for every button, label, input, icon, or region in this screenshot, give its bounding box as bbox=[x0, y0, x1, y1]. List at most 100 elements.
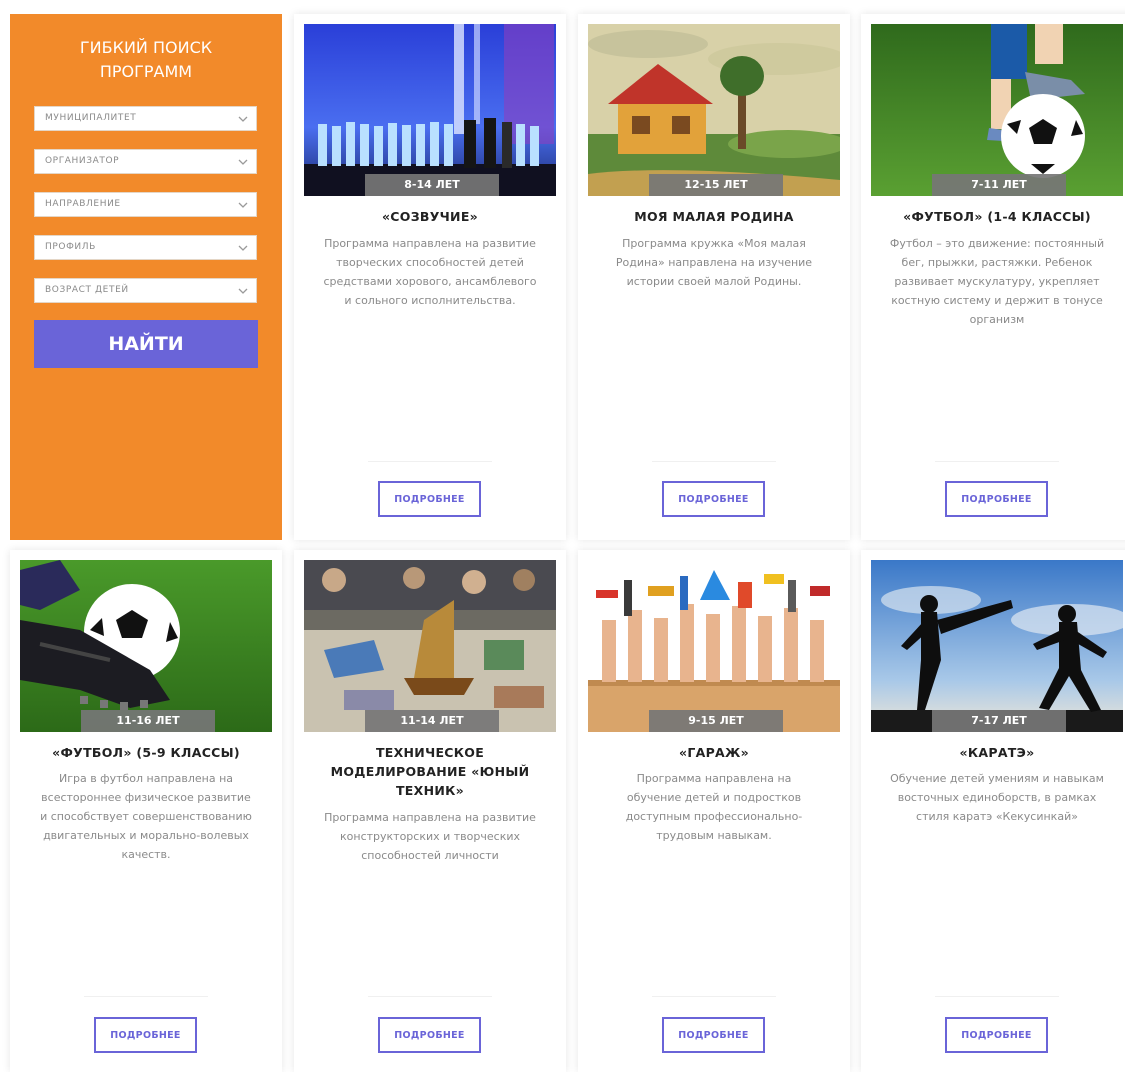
description-line: организм bbox=[969, 313, 1025, 326]
description-line: истории своей малой Родины. bbox=[626, 275, 802, 288]
age-badge: 11-16 ЛЕТ bbox=[81, 710, 215, 732]
description-line: Обучение детей умениям и навыкам bbox=[890, 772, 1104, 785]
program-title-line: «СОЗВУЧИЕ» bbox=[381, 209, 479, 224]
chevron-down-icon bbox=[238, 288, 248, 294]
description-line: Футбол – это движение: постоянный bbox=[889, 237, 1105, 250]
find-button[interactable]: НАЙТИ bbox=[34, 320, 258, 368]
card-divider bbox=[368, 996, 492, 997]
more-button[interactable]: ПОДРОБНЕЕ bbox=[945, 481, 1048, 517]
card-divider bbox=[935, 461, 1059, 462]
search-title: ГИБКИЙ ПОИСК ПРОГРАММ bbox=[10, 36, 282, 84]
age-badge: 9-15 ЛЕТ bbox=[649, 710, 783, 732]
program-description: Программа направлена на развитие констру… bbox=[304, 808, 556, 865]
program-description: Игра в футбол направлена на всестороннее… bbox=[20, 769, 272, 864]
age-badge: 12-15 ЛЕТ bbox=[649, 174, 783, 196]
program-card: 12-15 ЛЕТ МОЯ МАЛАЯ РОДИНА Программа кру… bbox=[578, 14, 850, 540]
more-button[interactable]: ПОДРОБНЕЕ bbox=[945, 1017, 1048, 1053]
search-title-line-2: ПРОГРАММ bbox=[99, 62, 193, 81]
municipality-select[interactable]: МУНИЦИПАЛИТЕТ bbox=[34, 106, 257, 131]
municipality-select-label: МУНИЦИПАЛИТЕТ bbox=[45, 113, 137, 123]
card-divider bbox=[652, 461, 776, 462]
description-line: развивает мускулатуру, укрепляет bbox=[894, 275, 1100, 288]
program-image-house[interactable]: 12-15 ЛЕТ bbox=[588, 24, 840, 196]
program-card: 11-16 ЛЕТ «ФУТБОЛ» (5-9 КЛАССЫ) Игра в ф… bbox=[10, 550, 282, 1072]
children-age-select[interactable]: ВОЗРАСТ ДЕТЕЙ bbox=[34, 278, 257, 303]
chevron-down-icon bbox=[238, 245, 248, 251]
description-line: Родина» направлена на изучение bbox=[615, 256, 813, 269]
program-description: Программа направлена на обучение детей и… bbox=[588, 769, 840, 845]
organizer-select[interactable]: ОРГАНИЗАТОР bbox=[34, 149, 257, 174]
description-line: стиля каратэ «Кекусинкай» bbox=[916, 810, 1078, 823]
program-card: 7-17 ЛЕТ «КАРАТЭ» Обучение детей умениям… bbox=[861, 550, 1125, 1072]
description-line: средствами хорового, ансамблевого bbox=[323, 275, 537, 288]
program-title[interactable]: «КАРАТЭ» bbox=[871, 743, 1123, 762]
organizer-select-label: ОРГАНИЗАТОР bbox=[45, 156, 120, 166]
description-line: Программа направлена на развитие bbox=[324, 811, 536, 824]
age-badge: 7-11 ЛЕТ bbox=[932, 174, 1066, 196]
card-divider bbox=[652, 996, 776, 997]
program-title-line: ТЕХНИК» bbox=[395, 783, 465, 798]
description-line: бег, прыжки, растяжки. Ребенок bbox=[901, 256, 1093, 269]
chevron-down-icon bbox=[238, 202, 248, 208]
direction-select[interactable]: НАПРАВЛЕНИЕ bbox=[34, 192, 257, 217]
search-title-line-1: ГИБКИЙ ПОИСК bbox=[79, 38, 213, 57]
profile-select[interactable]: ПРОФИЛЬ bbox=[34, 235, 257, 260]
age-badge: 11-14 ЛЕТ bbox=[365, 710, 499, 732]
program-title[interactable]: «СОЗВУЧИЕ» bbox=[304, 207, 556, 226]
program-title-line: МОДЕЛИРОВАНИЕ «ЮНЫЙ bbox=[330, 764, 530, 779]
programs-grid: ГИБКИЙ ПОИСК ПРОГРАММ МУНИЦИПАЛИТЕТ ОРГА… bbox=[0, 0, 1125, 1072]
more-button[interactable]: ПОДРОБНЕЕ bbox=[378, 1017, 481, 1053]
card-divider bbox=[935, 996, 1059, 997]
chevron-down-icon bbox=[238, 116, 248, 122]
card-divider bbox=[368, 461, 492, 462]
program-description: Футбол – это движение: постоянный бег, п… bbox=[871, 234, 1123, 329]
description-line: Программа направлена на развитие bbox=[324, 237, 536, 250]
description-line: всестороннее физическое развитие bbox=[41, 791, 251, 804]
search-panel: ГИБКИЙ ПОИСК ПРОГРАММ МУНИЦИПАЛИТЕТ ОРГА… bbox=[10, 14, 282, 540]
description-line: способностей личности bbox=[361, 849, 499, 862]
description-line: Программа кружка «Моя малая bbox=[622, 237, 806, 250]
more-button[interactable]: ПОДРОБНЕЕ bbox=[94, 1017, 197, 1053]
program-title[interactable]: «ФУТБОЛ» (5-9 КЛАССЫ) bbox=[20, 743, 272, 762]
program-card: 9-15 ЛЕТ «ГАРАЖ» Программа направлена на… bbox=[578, 550, 850, 1072]
program-title-line: ТЕХНИЧЕСКОЕ bbox=[375, 745, 485, 760]
program-description: Программа направлена на развитие творчес… bbox=[304, 234, 556, 310]
description-line: обучение детей и подростков bbox=[626, 791, 802, 804]
program-title-line: «ФУТБОЛ» (5-9 КЛАССЫ) bbox=[52, 745, 240, 760]
program-title[interactable]: МОЯ МАЛАЯ РОДИНА bbox=[588, 207, 840, 226]
description-line: двигательных и морально-волевых bbox=[43, 829, 249, 842]
program-title[interactable]: ТЕХНИЧЕСКОЕ МОДЕЛИРОВАНИЕ «ЮНЫЙ ТЕХНИК» bbox=[304, 743, 556, 800]
age-badge: 7-17 ЛЕТ bbox=[932, 710, 1066, 732]
description-line: Программа направлена на bbox=[636, 772, 792, 785]
program-title-line: МОЯ МАЛАЯ РОДИНА bbox=[634, 209, 794, 224]
description-line: творческих способностей детей bbox=[336, 256, 524, 269]
program-image-football-kid[interactable]: 7-11 ЛЕТ bbox=[871, 24, 1123, 196]
description-line: и способствует совершенствованию bbox=[40, 810, 252, 823]
card-divider bbox=[84, 996, 208, 997]
chevron-down-icon bbox=[238, 159, 248, 165]
program-image-tools[interactable]: 9-15 ЛЕТ bbox=[588, 560, 840, 732]
program-title[interactable]: «ГАРАЖ» bbox=[588, 743, 840, 762]
description-line: конструкторских и творческих bbox=[340, 830, 520, 843]
program-card: 7-11 ЛЕТ «ФУТБОЛ» (1-4 КЛАССЫ) Футбол – … bbox=[861, 14, 1125, 540]
description-line: качеств. bbox=[121, 848, 171, 861]
more-button[interactable]: ПОДРОБНЕЕ bbox=[378, 481, 481, 517]
program-description: Программа кружка «Моя малая Родина» напр… bbox=[588, 234, 840, 291]
program-card: 11-14 ЛЕТ ТЕХНИЧЕСКОЕ МОДЕЛИРОВАНИЕ «ЮНЫ… bbox=[294, 550, 566, 1072]
program-image-karate[interactable]: 7-17 ЛЕТ bbox=[871, 560, 1123, 732]
program-title-line: «ГАРАЖ» bbox=[678, 745, 750, 760]
program-image-workshop[interactable]: 11-14 ЛЕТ bbox=[304, 560, 556, 732]
program-image-football-boot[interactable]: 11-16 ЛЕТ bbox=[20, 560, 272, 732]
description-line: костную систему и держит в тонусе bbox=[891, 294, 1103, 307]
age-badge: 8-14 ЛЕТ bbox=[365, 174, 499, 196]
profile-select-label: ПРОФИЛЬ bbox=[45, 242, 96, 252]
more-button[interactable]: ПОДРОБНЕЕ bbox=[662, 1017, 765, 1053]
program-card: 8-14 ЛЕТ «СОЗВУЧИЕ» Программа направлена… bbox=[294, 14, 566, 540]
program-image-choir[interactable]: 8-14 ЛЕТ bbox=[304, 24, 556, 196]
description-line: Игра в футбол направлена на bbox=[58, 772, 234, 785]
more-button[interactable]: ПОДРОБНЕЕ bbox=[662, 481, 765, 517]
direction-select-label: НАПРАВЛЕНИЕ bbox=[45, 199, 121, 209]
program-title[interactable]: «ФУТБОЛ» (1-4 КЛАССЫ) bbox=[871, 207, 1123, 226]
description-line: трудовым навыкам. bbox=[656, 829, 772, 842]
description-line: восточных единоборств, в рамках bbox=[897, 791, 1097, 804]
